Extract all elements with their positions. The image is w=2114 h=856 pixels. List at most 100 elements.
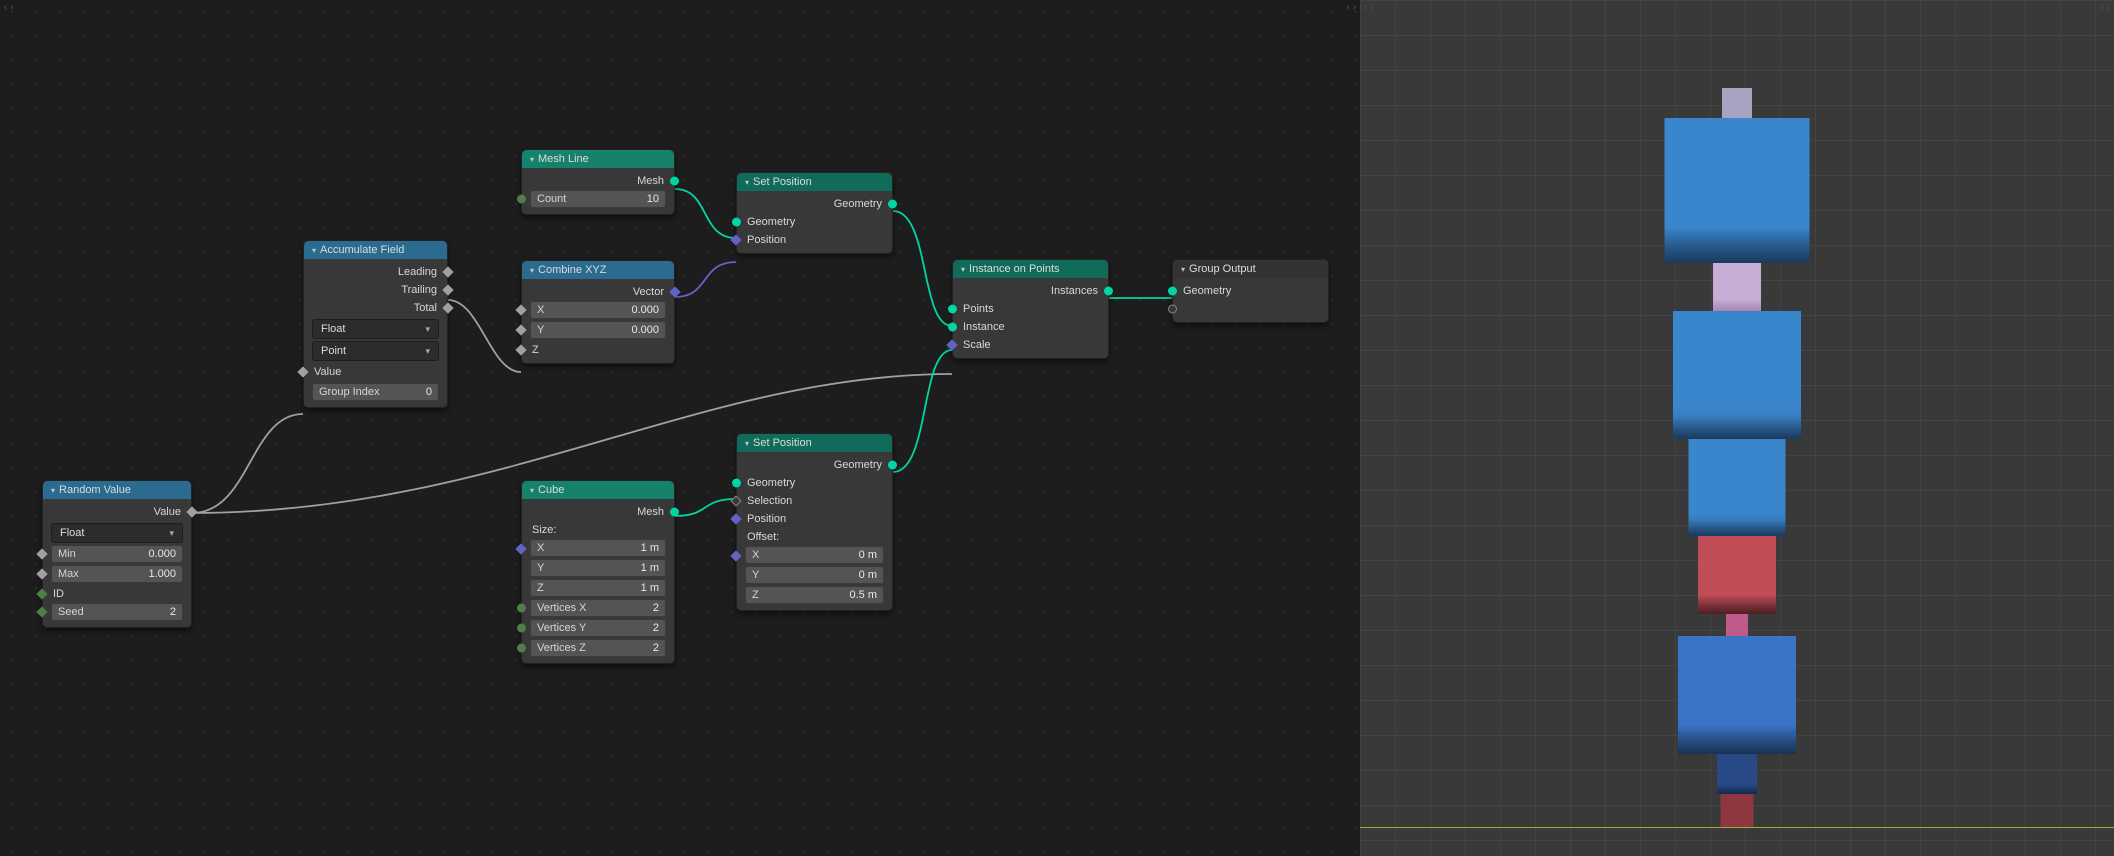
node-header[interactable]: ▾Random Value — [43, 481, 191, 499]
stacked-cube — [1665, 118, 1810, 263]
output-mesh-socket[interactable] — [670, 508, 679, 517]
size-z-field[interactable]: Z1 m — [530, 579, 666, 597]
output-trailing-socket[interactable] — [442, 284, 453, 295]
input-points-label: Points — [963, 303, 994, 315]
input-vy-socket[interactable] — [517, 624, 526, 633]
input-geometry-label: Geometry — [747, 216, 795, 228]
node-instance-on-points[interactable]: ▾Instance on Points Instances Points Ins… — [952, 259, 1109, 359]
node-accumulate-field[interactable]: ▾Accumulate Field Leading Trailing Total… — [303, 240, 448, 408]
input-vx-socket[interactable] — [517, 604, 526, 613]
input-position-socket[interactable] — [730, 234, 741, 245]
input-value-socket[interactable] — [297, 366, 308, 377]
output-geometry-socket[interactable] — [888, 200, 897, 209]
node-header[interactable]: ▾ Set Position — [737, 434, 892, 452]
node-header[interactable]: ▾Accumulate Field — [304, 241, 447, 259]
input-points-socket[interactable] — [948, 305, 957, 314]
offset-z-field[interactable]: Z0.5 m — [745, 586, 884, 604]
input-position-socket[interactable] — [730, 513, 741, 524]
input-vz-socket[interactable] — [517, 644, 526, 653]
node-mesh-line[interactable]: ▾Mesh Line Mesh Count10 — [521, 149, 675, 215]
domain-dropdown[interactable]: Point — [312, 341, 439, 361]
node-title: Instance on Points — [969, 263, 1060, 275]
viewport-corner-right[interactable]: ‹ › — [2101, 2, 2110, 13]
stacked-cube — [1678, 636, 1796, 754]
input-size-socket[interactable] — [515, 543, 526, 554]
node-header[interactable]: ▾Cube — [522, 481, 674, 499]
output-leading-label: Leading — [398, 266, 437, 278]
output-geometry-socket[interactable] — [888, 461, 897, 470]
input-z-socket[interactable] — [515, 344, 526, 355]
node-header[interactable]: ▾Mesh Line — [522, 150, 674, 168]
output-total-label: Total — [414, 302, 437, 314]
input-y-socket[interactable] — [515, 324, 526, 335]
offset-y-field[interactable]: Y0 m — [745, 566, 884, 584]
chevron-down-icon: ▾ — [745, 439, 749, 448]
stacked-cube — [1717, 754, 1757, 794]
node-title: Set Position — [753, 176, 812, 188]
node-header[interactable]: ▾ Set Position — [737, 173, 892, 191]
input-geometry-socket[interactable] — [732, 218, 741, 227]
input-count-socket[interactable] — [517, 195, 526, 204]
node-set-position-a[interactable]: ▾Set Position Geometry Geometry Position — [736, 172, 893, 254]
input-instance-socket[interactable] — [948, 323, 957, 332]
node-header[interactable]: ▾Combine XYZ — [522, 261, 674, 279]
output-leading-socket[interactable] — [442, 266, 453, 277]
output-total-socket[interactable] — [442, 302, 453, 313]
output-vector-label: Vector — [633, 286, 664, 298]
input-geometry-label: Geometry — [1183, 285, 1231, 297]
output-vector-socket[interactable] — [669, 286, 680, 297]
input-id-socket[interactable] — [36, 588, 47, 599]
input-geometry-socket[interactable] — [1168, 287, 1177, 296]
input-selection-label: Selection — [747, 495, 792, 507]
input-selection-socket[interactable] — [730, 495, 741, 506]
stacked-cube — [1721, 794, 1754, 827]
node-header[interactable]: ▾ Group Output — [1173, 260, 1328, 278]
input-x-socket[interactable] — [515, 304, 526, 315]
input-max-socket[interactable] — [36, 568, 47, 579]
editor-corner-right[interactable]: ‹ › — [1347, 2, 1356, 13]
chevron-down-icon: ▾ — [51, 486, 55, 495]
3d-viewport[interactable]: ‹ › ‹ › — [1360, 0, 2114, 856]
node-title: Set Position — [753, 437, 812, 449]
stacked-cube — [1673, 311, 1801, 439]
output-value-socket[interactable] — [186, 506, 197, 517]
stacked-cube — [1722, 88, 1752, 118]
stacked-cube — [1726, 614, 1748, 636]
input-seed-socket[interactable] — [36, 606, 47, 617]
output-instances-socket[interactable] — [1104, 287, 1113, 296]
node-title: Group Output — [1189, 263, 1256, 275]
input-min-socket[interactable] — [36, 548, 47, 559]
node-header[interactable]: ▾Instance on Points — [953, 260, 1108, 278]
input-scale-socket[interactable] — [946, 339, 957, 350]
chevron-down-icon: ▾ — [745, 178, 749, 187]
input-offset-socket[interactable] — [730, 550, 741, 561]
node-combine-xyz[interactable]: ▾Combine XYZ Vector X0.000 Y0.000 Z — [521, 260, 675, 364]
node-group-output[interactable]: ▾ Group Output Geometry — [1172, 259, 1329, 323]
stacked-cube — [1698, 536, 1776, 614]
input-empty-socket[interactable] — [1168, 305, 1177, 314]
node-cube[interactable]: ▾Cube Mesh Size: X1 m Y1 m Z1 m Vertices… — [521, 480, 675, 664]
geometry-nodes-editor[interactable]: ‹ › ‹ › ▾Random Value Value — [0, 0, 1360, 856]
size-label: Size: — [532, 524, 556, 536]
editor-corner-left[interactable]: ‹ › — [4, 2, 13, 13]
group-index-field[interactable]: Group Index0 — [312, 383, 439, 401]
output-mesh-label: Mesh — [637, 175, 664, 187]
input-z-label: Z — [532, 344, 539, 356]
viewport-corner-left[interactable]: ‹ › — [1364, 2, 1373, 13]
offset-label: Offset: — [747, 531, 779, 543]
output-value-label: Value — [154, 506, 181, 518]
input-geometry-socket[interactable] — [732, 479, 741, 488]
output-mesh-label: Mesh — [637, 506, 664, 518]
viewport-floor-line — [1360, 827, 2114, 828]
stacked-cube — [1689, 439, 1786, 536]
size-y-field[interactable]: Y1 m — [530, 559, 666, 577]
node-title: Combine XYZ — [538, 264, 606, 276]
input-instance-label: Instance — [963, 321, 1005, 333]
output-mesh-socket[interactable] — [670, 177, 679, 186]
random-type-dropdown[interactable]: Float — [51, 523, 183, 543]
chevron-down-icon: ▾ — [1181, 265, 1185, 274]
node-set-position-b[interactable]: ▾Set Position Geometry Geometry Selectio… — [736, 433, 893, 611]
node-random-value[interactable]: ▾Random Value Value Float Min0.000 Max1.… — [42, 480, 192, 628]
data-type-dropdown[interactable]: Float — [312, 319, 439, 339]
input-id-label: ID — [53, 588, 64, 600]
